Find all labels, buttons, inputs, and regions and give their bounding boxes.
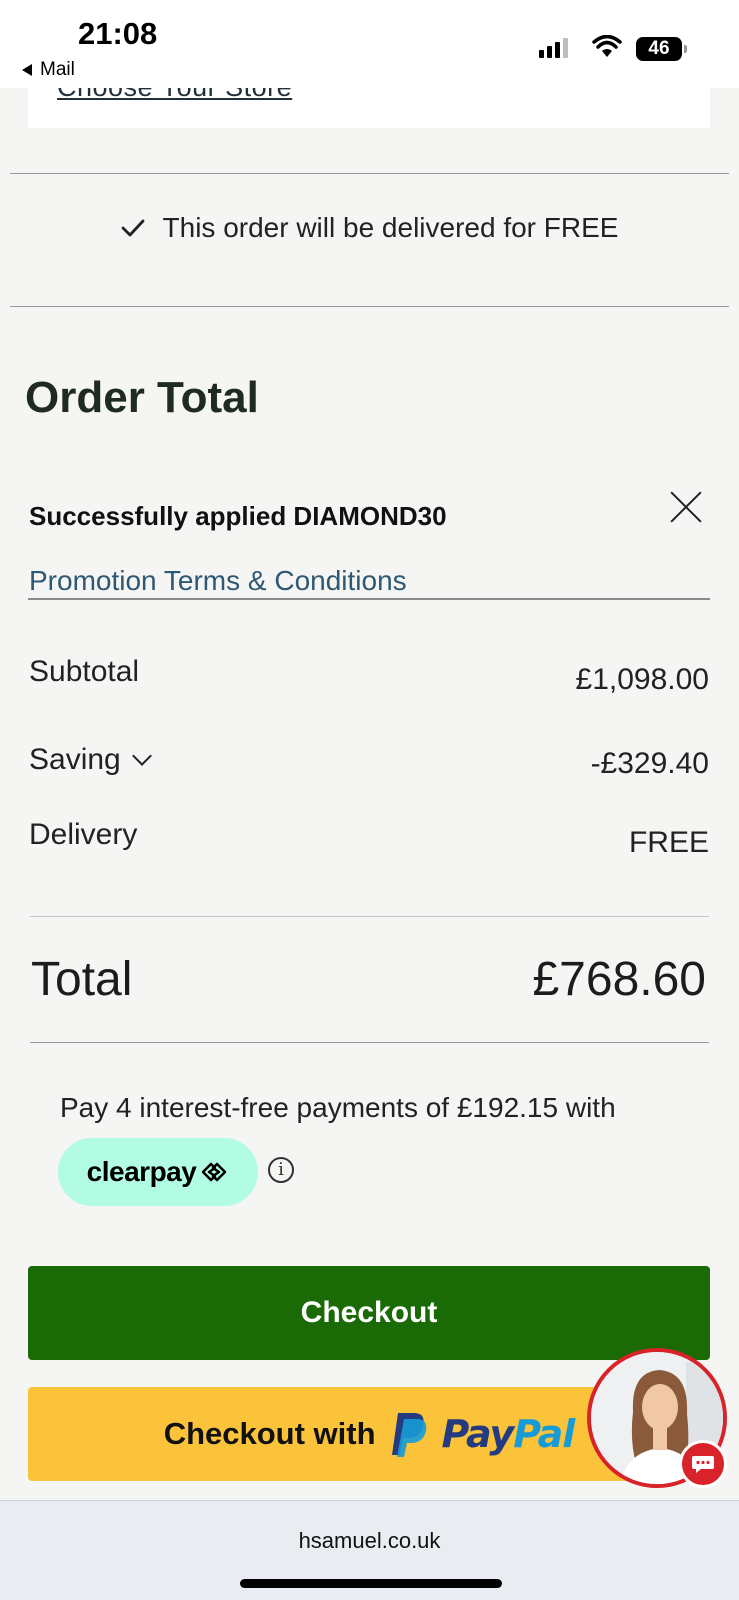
- free-delivery-text: This order will be delivered for FREE: [162, 212, 619, 243]
- total-value: £768.60: [532, 953, 706, 1006]
- divider: [10, 173, 729, 174]
- clearpay-arrows-icon: [202, 1162, 227, 1182]
- delivery-value: FREE: [628, 826, 709, 859]
- chat-bubble-icon[interactable]: [679, 1440, 727, 1488]
- promo-applied-message: Successfully applied DIAMOND30: [29, 501, 447, 531]
- checkout-with-label: Checkout with: [163, 1416, 376, 1451]
- clearpay-installment-text: Pay 4 interest-free payments of £192.15 …: [60, 1092, 616, 1123]
- checkmark-icon: [121, 219, 144, 237]
- wifi-icon: [592, 35, 622, 57]
- saving-toggle[interactable]: Saving: [29, 743, 152, 777]
- saving-value: -£329.40: [590, 747, 709, 780]
- checkout-button[interactable]: Checkout: [28, 1266, 710, 1360]
- subtotal-value: £1,098.00: [575, 663, 709, 696]
- promotion-terms-link[interactable]: Promotion Terms & Conditions: [29, 565, 407, 597]
- browser-address-bar: hsamuel.co.uk: [0, 1500, 739, 1600]
- back-arrow-icon: [22, 64, 32, 76]
- total-label: Total: [31, 953, 133, 1006]
- back-app-label: Mail: [40, 59, 75, 80]
- clearpay-logo: clearpay: [58, 1138, 258, 1206]
- divider: [30, 916, 709, 917]
- remove-promo-close-icon[interactable]: [669, 490, 703, 524]
- order-total-title: Order Total: [25, 373, 259, 422]
- status-bar: 21:08 Mail 46: [0, 0, 739, 88]
- delivery-label: Delivery: [29, 818, 138, 851]
- paypal-pay-text: Pay: [441, 1412, 515, 1456]
- home-indicator[interactable]: [240, 1579, 502, 1588]
- promo-divider: [28, 598, 710, 600]
- subtotal-label: Subtotal: [29, 655, 140, 688]
- cellular-signal-icon: [539, 38, 568, 58]
- battery-icon: 46: [636, 37, 687, 61]
- clearpay-brand-text: clearpay: [86, 1156, 197, 1187]
- free-delivery-note: This order will be delivered for FREE: [0, 212, 739, 244]
- browser-url[interactable]: hsamuel.co.uk: [0, 1528, 739, 1554]
- saving-label: Saving: [29, 743, 121, 776]
- back-to-mail-link[interactable]: Mail: [22, 59, 75, 81]
- paypal-p-icon: [391, 1413, 426, 1457]
- info-icon[interactable]: i: [268, 1157, 294, 1183]
- chevron-down-icon: [131, 746, 152, 766]
- status-time: 21:08: [78, 16, 158, 51]
- paypal-pal-text: Pal: [513, 1412, 575, 1456]
- paypal-wordmark: PayPal: [441, 1412, 576, 1456]
- speech-bubble-icon: [692, 1456, 714, 1473]
- divider: [10, 306, 729, 307]
- divider: [30, 1042, 709, 1043]
